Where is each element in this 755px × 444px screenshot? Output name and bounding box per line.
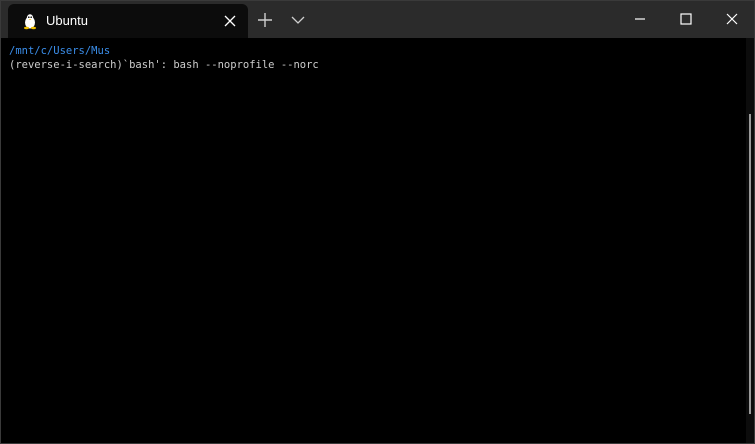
reverse-search-line: (reverse-i-search)`bash': bash --noprofi…	[9, 59, 319, 71]
terminal-window: Ubuntu /mnt/c/Users/Mus (reverse-i-searc…	[0, 0, 755, 444]
maximize-button[interactable]	[663, 1, 709, 38]
plus-icon[interactable]	[257, 12, 273, 28]
maximize-icon	[680, 13, 692, 25]
tab-ubuntu[interactable]: Ubuntu	[8, 4, 248, 38]
terminal-output[interactable]: /mnt/c/Users/Mus (reverse-i-search)`bash…	[1, 38, 746, 443]
minimize-button[interactable]	[617, 1, 663, 38]
prompt-path: /mnt/c/Users/Mus	[9, 45, 111, 57]
scrollbar[interactable]	[749, 114, 751, 414]
close-icon	[726, 13, 738, 25]
minimize-icon	[635, 18, 645, 20]
title-bar[interactable]: Ubuntu	[1, 1, 754, 38]
tab-close-icon[interactable]	[223, 14, 237, 28]
linux-penguin-icon	[24, 14, 36, 30]
close-button[interactable]	[709, 1, 754, 38]
tab-title: Ubuntu	[46, 13, 88, 28]
chevron-down-icon[interactable]	[291, 14, 305, 26]
